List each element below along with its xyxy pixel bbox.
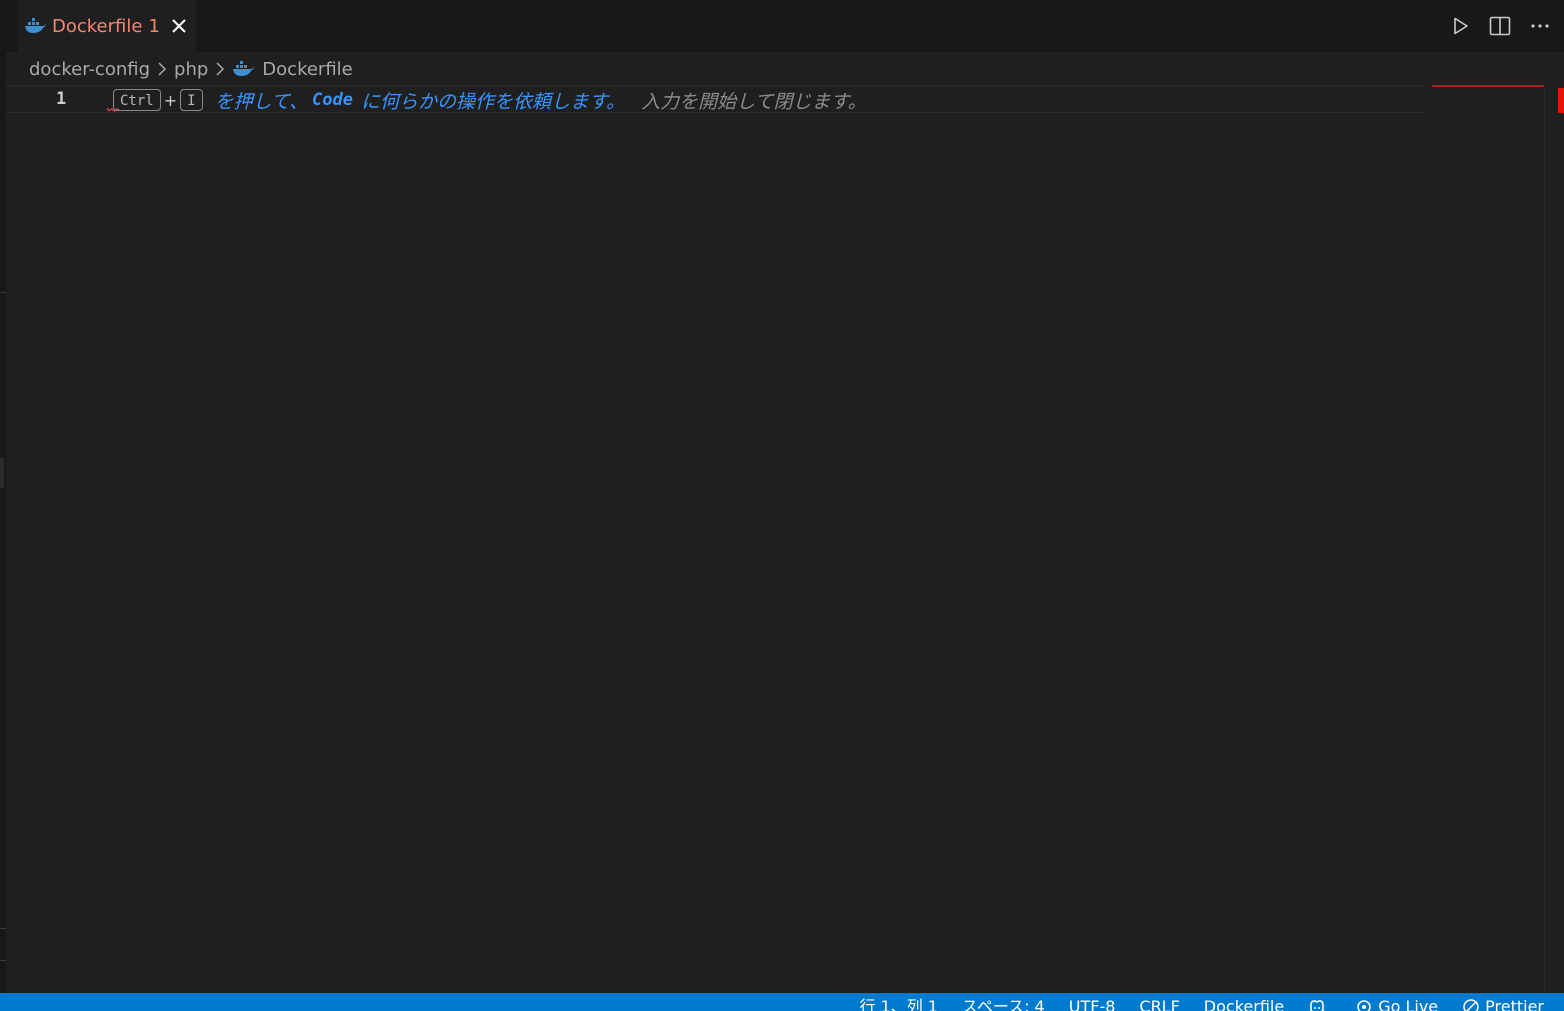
keybinding-ctrl: Ctrl — [113, 89, 161, 111]
chevron-right-icon — [158, 62, 167, 76]
copilot-icon — [1310, 1000, 1324, 1011]
broadcast-icon — [1357, 1000, 1371, 1011]
activity-edge — [0, 0, 6, 993]
prettier-label: Prettier — [1485, 997, 1544, 1011]
status-language[interactable]: Dockerfile — [1204, 996, 1284, 1011]
keybinding-i: I — [180, 89, 203, 111]
breadcrumb: docker-config php Dockerfile — [29, 57, 353, 81]
chevron-right-icon — [216, 62, 225, 76]
scrollbar-error-marker — [1558, 88, 1564, 113]
editor-actions — [1448, 14, 1552, 38]
status-prettier[interactable]: Prettier — [1462, 996, 1544, 1011]
split-editor-button[interactable] — [1488, 14, 1512, 38]
status-copilot[interactable] — [1308, 996, 1331, 1011]
edge-tick — [0, 928, 6, 929]
status-encoding[interactable]: UTF-8 — [1069, 996, 1116, 1011]
keybinding-plus: + — [163, 90, 178, 110]
status-bar: 行 1、列 1 スペース: 4 UTF-8 CRLF Dockerfile Go… — [0, 993, 1564, 1011]
close-icon[interactable] — [168, 15, 190, 37]
run-button[interactable] — [1448, 14, 1472, 38]
ellipsis-icon — [1531, 24, 1549, 28]
hint-text-before: を押して、 — [214, 90, 309, 113]
edge-tick — [0, 960, 6, 961]
hint-dismiss-text: 入力を開始して閉じます。 — [641, 90, 867, 113]
status-indentation[interactable]: スペース: 4 — [962, 996, 1045, 1011]
split-editor-icon — [1489, 16, 1511, 36]
status-cursor-position[interactable]: 行 1、列 1 — [859, 996, 938, 1011]
tab-problem-count: 1 — [148, 15, 160, 37]
prettier-disabled-icon — [1463, 999, 1479, 1011]
breadcrumb-item-php[interactable]: php — [174, 59, 208, 80]
breadcrumb-item-docker-config[interactable]: docker-config — [29, 59, 150, 80]
tab-label: Dockerfile — [52, 15, 143, 37]
more-actions-button[interactable] — [1528, 14, 1552, 38]
hint-code-word: Code — [312, 90, 353, 110]
hint-text-after: に何らかの操作を依頼します。 — [361, 90, 626, 113]
status-eol[interactable]: CRLF — [1139, 996, 1179, 1011]
breadcrumb-item-dockerfile[interactable]: Dockerfile — [262, 59, 352, 80]
tab-bar: Dockerfile 1 — [6, 0, 1564, 52]
line-number: 1 — [56, 89, 67, 109]
docker-icon — [233, 61, 254, 76]
edge-tick — [0, 292, 6, 293]
status-go-live[interactable]: Go Live — [1355, 996, 1438, 1011]
docker-icon — [25, 18, 46, 33]
inline-chat-hint: Ctrl + I を押して、 Code に何らかの操作を依頼します。 入力を開始… — [113, 87, 867, 113]
play-icon — [1454, 17, 1468, 35]
edge-marker — [0, 458, 4, 488]
tab-dockerfile[interactable]: Dockerfile 1 — [18, 0, 196, 52]
vertical-scrollbar[interactable] — [1544, 85, 1564, 993]
go-live-label: Go Live — [1378, 997, 1439, 1011]
overview-ruler-error-line — [1432, 85, 1544, 87]
